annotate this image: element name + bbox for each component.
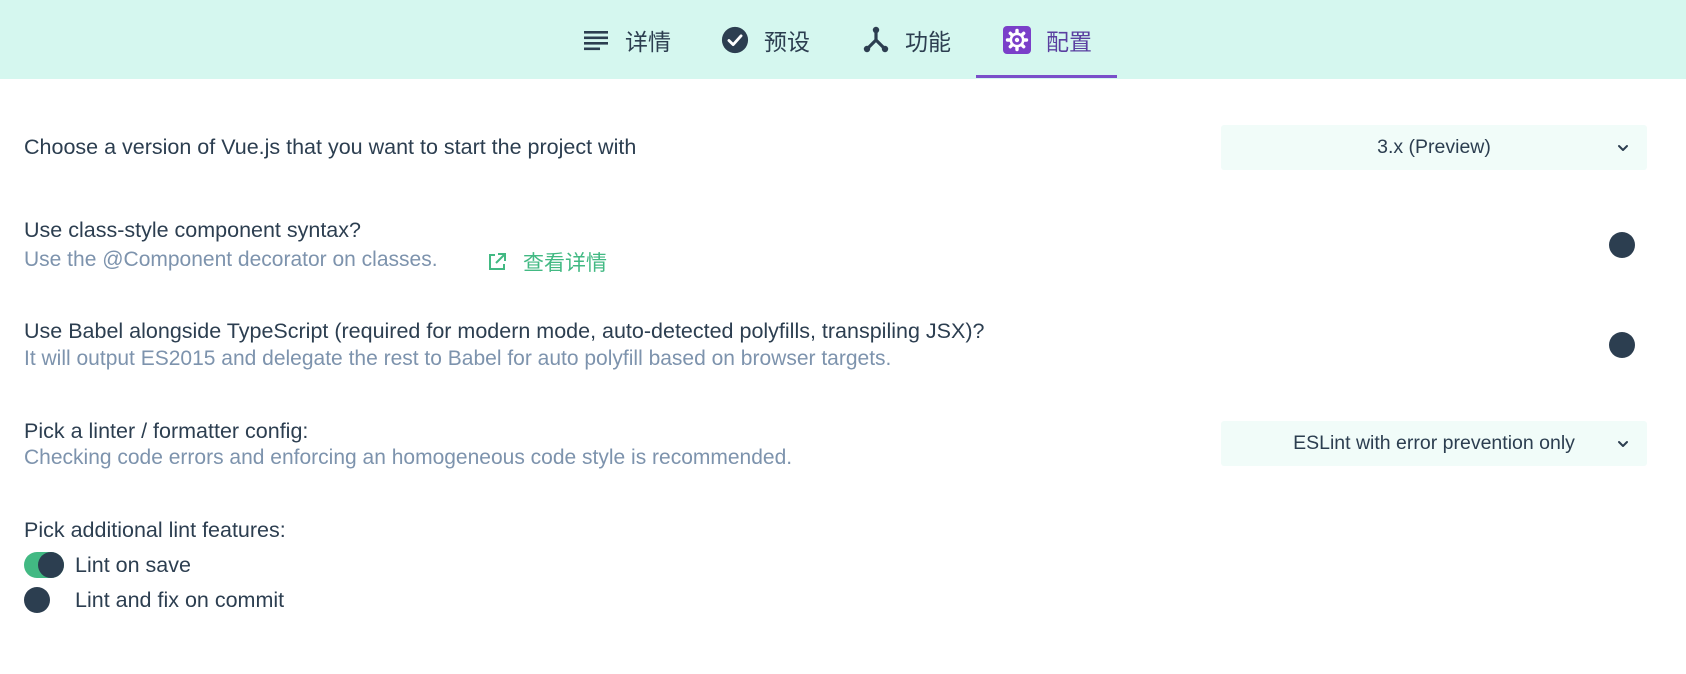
tab-presets-label: 预设: [764, 29, 810, 56]
tab-configuration-label: 配置: [1046, 29, 1092, 56]
more-info-link[interactable]: 查看详情: [486, 247, 607, 277]
tab-details[interactable]: 详情: [582, 0, 671, 79]
babel-toggle[interactable]: [1609, 332, 1635, 358]
toggle-knob: [24, 587, 50, 613]
tab-details-label: 详情: [625, 29, 671, 56]
class-component-toggle[interactable]: [1609, 232, 1635, 258]
gear-icon: [1003, 25, 1031, 54]
tab-features-label: 功能: [905, 29, 951, 56]
tab-features[interactable]: 功能: [862, 0, 951, 79]
tab-presets[interactable]: 预设: [721, 0, 810, 79]
features-icon: [862, 26, 890, 54]
class-component-label: Use class-style component syntax?: [24, 218, 361, 242]
vue-version-label: Choose a version of Vue.js that you want…: [24, 135, 637, 159]
lint-on-save-label: Lint on save: [75, 552, 191, 577]
list-icon: [582, 26, 610, 54]
external-link-icon: [486, 251, 508, 273]
lint-features-label: Pick additional lint features:: [24, 518, 286, 542]
vue-version-select[interactable]: 3.x (Preview): [1221, 125, 1647, 170]
class-component-description: Use the @Component decorator on classes.: [24, 248, 438, 271]
lint-and-fix-toggle[interactable]: [24, 587, 64, 613]
tab-bar: 详情 预设 功能 配置: [0, 0, 1686, 79]
linter-label: Pick a linter / formatter config:: [24, 419, 309, 443]
linter-value: ESLint with error prevention only: [1293, 432, 1575, 454]
more-info-link-label: 查看详情: [523, 251, 607, 275]
chevron-down-icon: [1615, 139, 1631, 155]
lint-on-save-toggle[interactable]: [24, 552, 64, 578]
lint-on-save-option[interactable]: Lint on save: [24, 550, 191, 580]
linter-select[interactable]: ESLint with error prevention only: [1221, 421, 1647, 466]
babel-label: Use Babel alongside TypeScript (required…: [24, 319, 985, 343]
chevron-down-icon: [1615, 435, 1631, 451]
lint-and-fix-label: Lint and fix on commit: [75, 587, 285, 612]
check-circle-icon: [721, 26, 749, 54]
tab-configuration[interactable]: 配置: [1003, 0, 1092, 79]
babel-description: It will output ES2015 and delegate the r…: [24, 347, 892, 370]
toggle-knob: [38, 552, 64, 578]
active-tab-indicator: [976, 75, 1117, 78]
lint-and-fix-option[interactable]: Lint and fix on commit: [24, 585, 284, 615]
linter-description: Checking code errors and enforcing an ho…: [24, 446, 793, 469]
vue-version-value: 3.x (Preview): [1377, 136, 1491, 158]
